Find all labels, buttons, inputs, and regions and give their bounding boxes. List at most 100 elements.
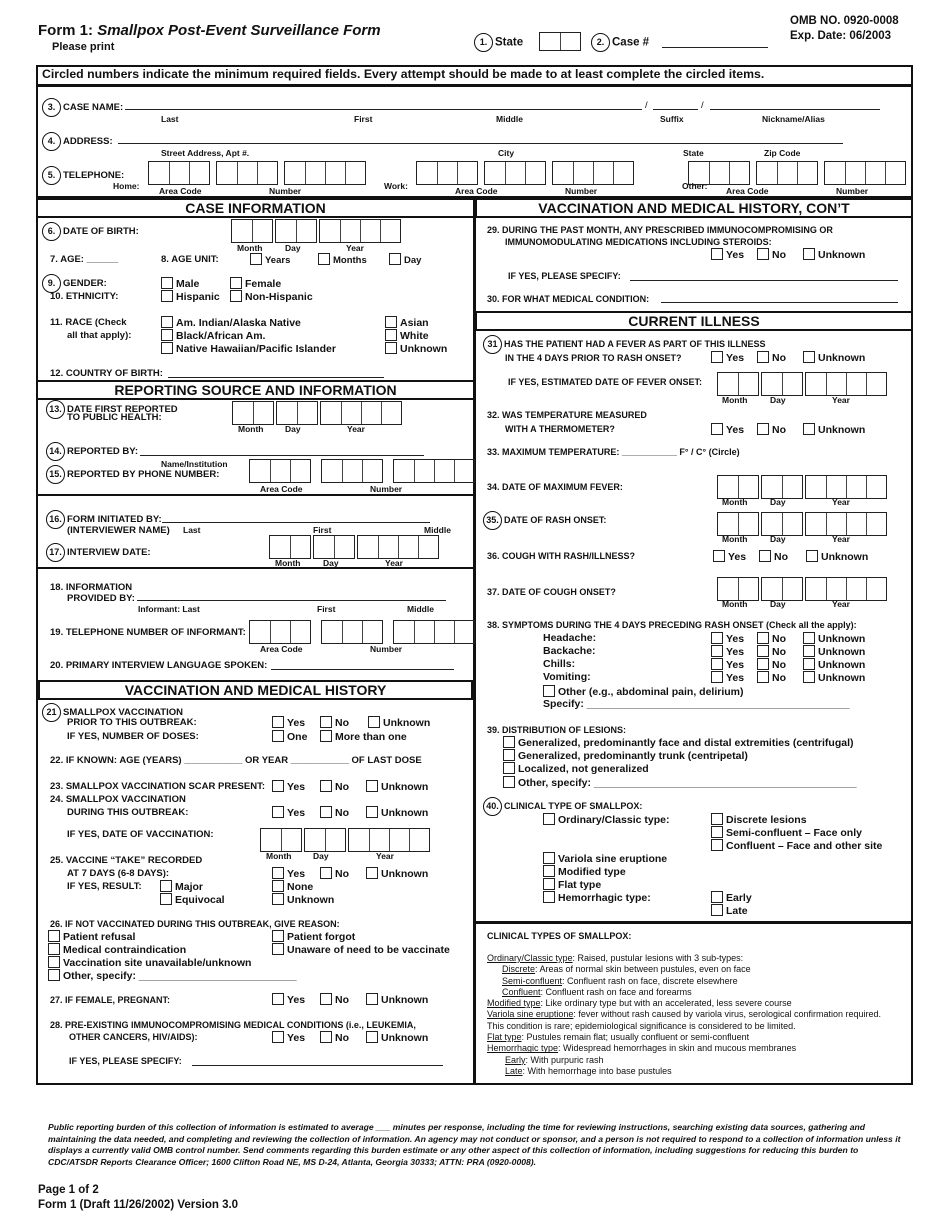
case-number-input[interactable] bbox=[662, 47, 768, 48]
gender-female[interactable]: Female bbox=[230, 277, 281, 290]
checkbox[interactable] bbox=[272, 730, 284, 742]
type-hemorrhagic[interactable]: Hemorrhagic type: bbox=[543, 891, 651, 904]
ethnicity-non-hispanic[interactable]: Non-Hispanic bbox=[230, 290, 313, 303]
checkbox[interactable] bbox=[757, 423, 769, 435]
medications-specify-input[interactable] bbox=[630, 280, 898, 281]
checkbox[interactable] bbox=[711, 645, 723, 657]
checkbox[interactable] bbox=[543, 878, 555, 890]
symptom-specify-field[interactable]: Specify: _______________________________… bbox=[543, 698, 850, 710]
q23-no[interactable]: No bbox=[320, 780, 349, 793]
symptom-no[interactable]: No bbox=[757, 632, 786, 645]
checkbox[interactable] bbox=[803, 645, 815, 657]
checkbox[interactable] bbox=[320, 867, 332, 879]
checkbox[interactable] bbox=[711, 813, 723, 825]
symptom-unknown[interactable]: Unknown bbox=[803, 658, 865, 671]
checkbox[interactable] bbox=[757, 671, 769, 683]
checkbox[interactable] bbox=[711, 658, 723, 670]
checkbox[interactable] bbox=[757, 351, 769, 363]
max-temperature-field[interactable]: 33. MAXIMUM TEMPERATURE: ___________ F° … bbox=[487, 447, 740, 457]
result-none[interactable]: None bbox=[272, 880, 313, 893]
date-box-group[interactable] bbox=[717, 577, 759, 601]
interview-date-input[interactable] bbox=[269, 535, 441, 559]
reason-other[interactable]: Other, specify: ________________________… bbox=[48, 969, 297, 982]
date-first-reported-input[interactable] bbox=[232, 401, 404, 425]
checkbox[interactable] bbox=[757, 658, 769, 670]
checkbox[interactable] bbox=[803, 671, 815, 683]
checkbox[interactable] bbox=[503, 762, 515, 774]
checkbox[interactable] bbox=[803, 632, 815, 644]
checkbox[interactable] bbox=[803, 351, 815, 363]
q36-no[interactable]: No bbox=[759, 550, 788, 563]
gender-male[interactable]: Male bbox=[161, 277, 199, 290]
lesion-localized[interactable]: Localized, not generalized bbox=[503, 762, 649, 775]
result-unknown[interactable]: Unknown bbox=[272, 893, 334, 906]
max-fever-date-input[interactable] bbox=[717, 475, 889, 499]
lesion-centripetal[interactable]: Generalized, predominantly trunk (centri… bbox=[503, 749, 748, 762]
date-box-group[interactable] bbox=[717, 512, 759, 536]
country-of-birth-input[interactable] bbox=[168, 377, 384, 378]
checkbox[interactable] bbox=[385, 316, 397, 328]
date-box-group[interactable] bbox=[805, 475, 887, 499]
checkbox[interactable] bbox=[711, 891, 723, 903]
race-am-indian[interactable]: Am. Indian/Alaska Native bbox=[161, 316, 301, 329]
vaccination-date-input[interactable] bbox=[260, 828, 432, 852]
reported-by-input[interactable] bbox=[140, 455, 424, 456]
hemorrhagic-late[interactable]: Late bbox=[711, 904, 748, 917]
date-box-group[interactable] bbox=[805, 577, 887, 601]
checkbox[interactable] bbox=[320, 730, 332, 742]
symptom-yes[interactable]: Yes bbox=[711, 658, 744, 671]
date-box-group[interactable] bbox=[717, 372, 759, 396]
informant-phone-input[interactable] bbox=[249, 620, 477, 644]
ordinary-discrete[interactable]: Discrete lesions bbox=[711, 813, 807, 826]
q27-no[interactable]: No bbox=[320, 993, 349, 1006]
symptom-no[interactable]: No bbox=[757, 645, 786, 658]
checkbox[interactable] bbox=[272, 943, 284, 955]
checkbox[interactable] bbox=[366, 780, 378, 792]
checkbox[interactable] bbox=[503, 749, 515, 761]
checkbox[interactable] bbox=[48, 956, 60, 968]
checkbox[interactable] bbox=[161, 277, 173, 289]
q25-yes[interactable]: Yes bbox=[272, 867, 305, 880]
checkbox[interactable] bbox=[366, 867, 378, 879]
ethnicity-hispanic[interactable]: Hispanic bbox=[161, 290, 220, 303]
checkbox[interactable] bbox=[711, 351, 723, 363]
checkbox[interactable] bbox=[711, 826, 723, 838]
q32-unknown[interactable]: Unknown bbox=[803, 423, 865, 436]
reason-site-unavailable[interactable]: Vaccination site unavailable/unknown bbox=[48, 956, 251, 969]
checkbox[interactable] bbox=[543, 813, 555, 825]
q27-unknown[interactable]: Unknown bbox=[366, 993, 428, 1006]
q36-yes[interactable]: Yes bbox=[713, 550, 746, 563]
checkbox[interactable] bbox=[806, 550, 818, 562]
reason-forgot[interactable]: Patient forgot bbox=[272, 930, 355, 943]
q31-yes[interactable]: Yes bbox=[711, 351, 744, 364]
symptom-no[interactable]: No bbox=[757, 658, 786, 671]
q29-no[interactable]: No bbox=[757, 248, 786, 261]
checkbox[interactable] bbox=[711, 632, 723, 644]
race-unknown[interactable]: Unknown bbox=[385, 342, 447, 355]
race-black[interactable]: Black/African Am. bbox=[161, 329, 265, 342]
checkbox[interactable] bbox=[389, 253, 401, 265]
case-name-input[interactable] bbox=[125, 109, 642, 110]
symptom-yes[interactable]: Yes bbox=[711, 632, 744, 645]
address-input[interactable] bbox=[118, 143, 843, 144]
checkbox[interactable] bbox=[543, 685, 555, 697]
specify-input[interactable] bbox=[192, 1065, 443, 1066]
date-box-group[interactable] bbox=[761, 512, 803, 536]
checkbox[interactable] bbox=[272, 993, 284, 1005]
reason-unaware[interactable]: Unaware of need to be vaccinate bbox=[272, 943, 450, 956]
checkbox[interactable] bbox=[543, 865, 555, 877]
age-unit-months[interactable]: Months bbox=[318, 253, 367, 266]
checkbox[interactable] bbox=[711, 248, 723, 260]
checkbox[interactable] bbox=[366, 993, 378, 1005]
last-dose-field[interactable]: 22. IF KNOWN: AGE (YEARS) ___________ OR… bbox=[50, 755, 422, 766]
checkbox[interactable] bbox=[161, 316, 173, 328]
checkbox[interactable] bbox=[503, 776, 515, 788]
checkbox[interactable] bbox=[272, 716, 284, 728]
checkbox[interactable] bbox=[366, 1031, 378, 1043]
age-field[interactable]: 7. AGE: ______ bbox=[50, 254, 118, 265]
date-box-group[interactable] bbox=[761, 372, 803, 396]
q29-yes[interactable]: Yes bbox=[711, 248, 744, 261]
checkbox[interactable] bbox=[711, 423, 723, 435]
checkbox[interactable] bbox=[230, 277, 242, 289]
q24-no[interactable]: No bbox=[320, 806, 349, 819]
